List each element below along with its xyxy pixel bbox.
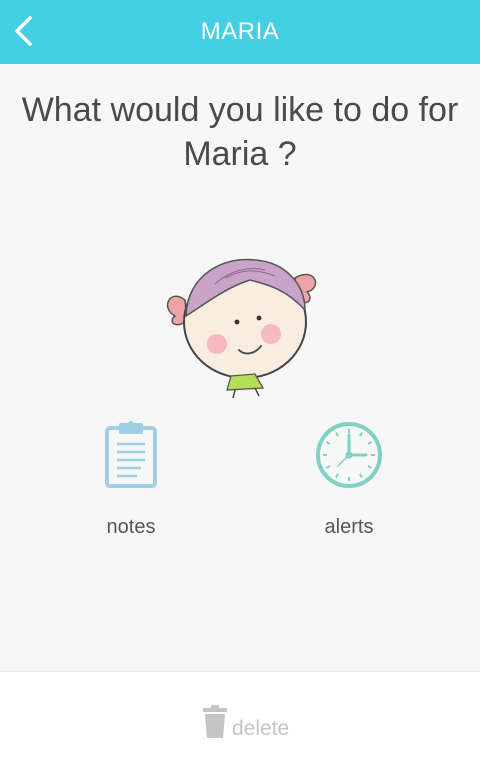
trash-icon (203, 705, 227, 738)
header-title: MARIA (200, 18, 280, 45)
alerts-button[interactable]: alerts (279, 420, 419, 539)
clipboard-icon (105, 421, 157, 488)
avatar (155, 248, 325, 413)
app-header: MARIA (0, 0, 480, 64)
delete-label: delete (232, 717, 290, 740)
girl-avatar-icon (166, 258, 317, 399)
clock-icon (316, 422, 382, 488)
notes-button[interactable]: notes (61, 420, 201, 539)
footer-bar: delete (0, 671, 480, 761)
notes-label: notes (106, 516, 156, 538)
delete-button[interactable]: delete (200, 700, 289, 740)
alerts-label: alerts (324, 516, 374, 538)
question-text: What would you like to do for Maria ? (21, 91, 459, 173)
